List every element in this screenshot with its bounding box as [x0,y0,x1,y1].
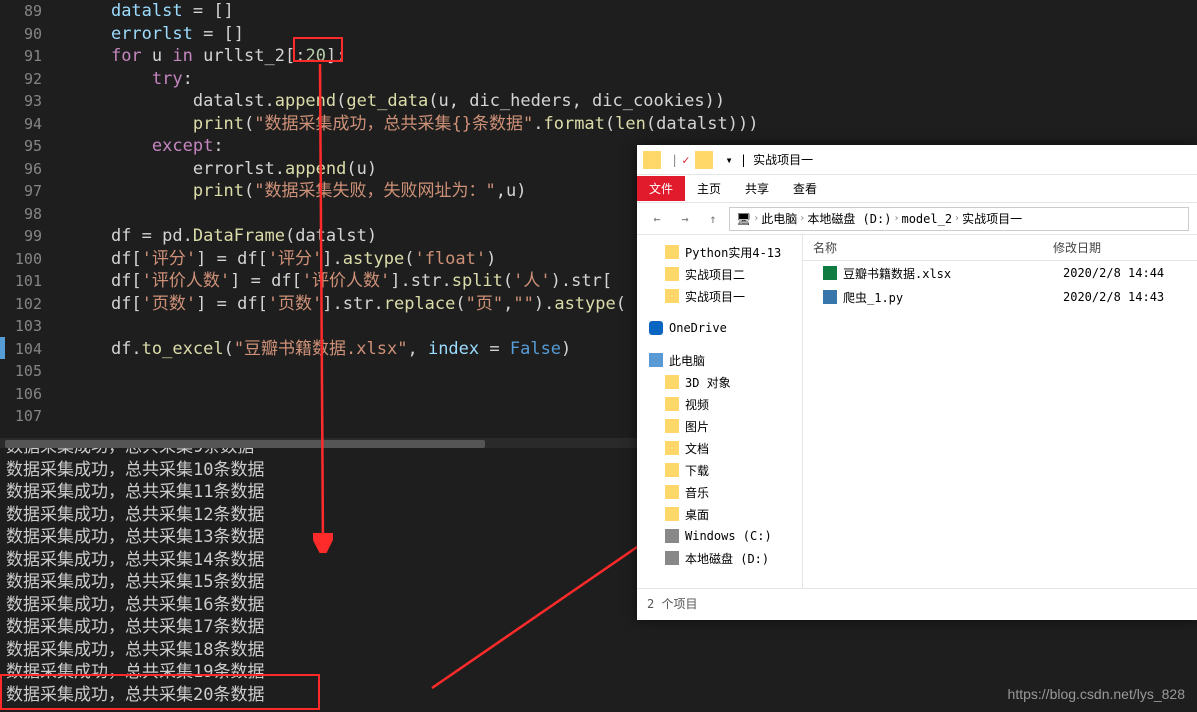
tree-item[interactable]: 图片 [637,415,802,437]
status-bar: 2 个项目 [637,588,1197,618]
line-gutter: 8990919293949596979899100101102103104105… [0,0,60,428]
tree-item[interactable]: OneDrive [637,317,802,339]
file-explorer-window[interactable]: | ✓ ▾ | 实战项目一 文件 主页 共享 查看 ← → ↑ 🖥›此电脑›本地… [637,145,1197,620]
tree-item[interactable]: 文档 [637,437,802,459]
tree-item[interactable]: 下载 [637,459,802,481]
file-row[interactable]: 爬虫_1.py2020/2/8 14:43 [803,285,1197,309]
window-title: 实战项目一 [753,151,813,168]
watermark: https://blog.csdn.net/lys_828 [1008,686,1185,702]
forward-button[interactable]: → [673,207,697,231]
back-button[interactable]: ← [645,207,669,231]
nav-tree[interactable]: Python实用4-13实战项目二实战项目一 OneDrive 此电脑3D 对象视频… [637,235,803,588]
tree-item[interactable]: 3D 对象 [637,371,802,393]
crumb-segment[interactable]: 此电脑 [761,210,797,227]
tree-item[interactable]: 桌面 [637,503,802,525]
ribbon-tabs[interactable]: 文件 主页 共享 查看 [637,175,1197,203]
tab-file[interactable]: 文件 [637,176,685,201]
tree-item[interactable]: 本地磁盘 (D:) [637,547,802,569]
scrollbar-thumb[interactable] [5,440,485,448]
tab-view[interactable]: 查看 [781,176,829,201]
folder-icon [695,151,713,169]
folder-icon [643,151,661,169]
tree-item[interactable]: 此电脑 [637,349,802,371]
col-name[interactable]: 名称 [803,239,1053,256]
tree-item[interactable]: 实战项目二 [637,263,802,285]
explorer-titlebar[interactable]: | ✓ ▾ | 实战项目一 [637,145,1197,175]
col-date[interactable]: 修改日期 [1053,239,1197,256]
tree-item[interactable]: 音乐 [637,481,802,503]
py-icon [823,290,837,304]
modified-line-marker [0,337,5,359]
crumb-segment[interactable]: model_2 [901,212,952,226]
list-header[interactable]: 名称 修改日期 [803,235,1197,261]
tree-item[interactable]: 视频 [637,393,802,415]
tab-home[interactable]: 主页 [685,176,733,201]
crumb-segment[interactable]: 本地磁盘 (D:) [807,210,891,227]
breadcrumb[interactable]: 🖥›此电脑›本地磁盘 (D:)›model_2›实战项目一 [729,207,1189,231]
file-row[interactable]: 豆瓣书籍数据.xlsx2020/2/8 14:44 [803,261,1197,285]
address-bar[interactable]: ← → ↑ 🖥›此电脑›本地磁盘 (D:)›model_2›实战项目一 [637,203,1197,235]
tree-item[interactable]: Python实用4-13 [637,241,802,263]
up-button[interactable]: ↑ [701,207,725,231]
tree-item[interactable]: Windows (C:) [637,525,802,547]
xlsx-icon [823,266,837,280]
tree-item[interactable]: 实战项目一 [637,285,802,307]
crumb-segment[interactable]: 实战项目一 [962,210,1022,227]
file-list[interactable]: 名称 修改日期 豆瓣书籍数据.xlsx2020/2/8 14:44爬虫_1.py… [803,235,1197,588]
tab-share[interactable]: 共享 [733,176,781,201]
